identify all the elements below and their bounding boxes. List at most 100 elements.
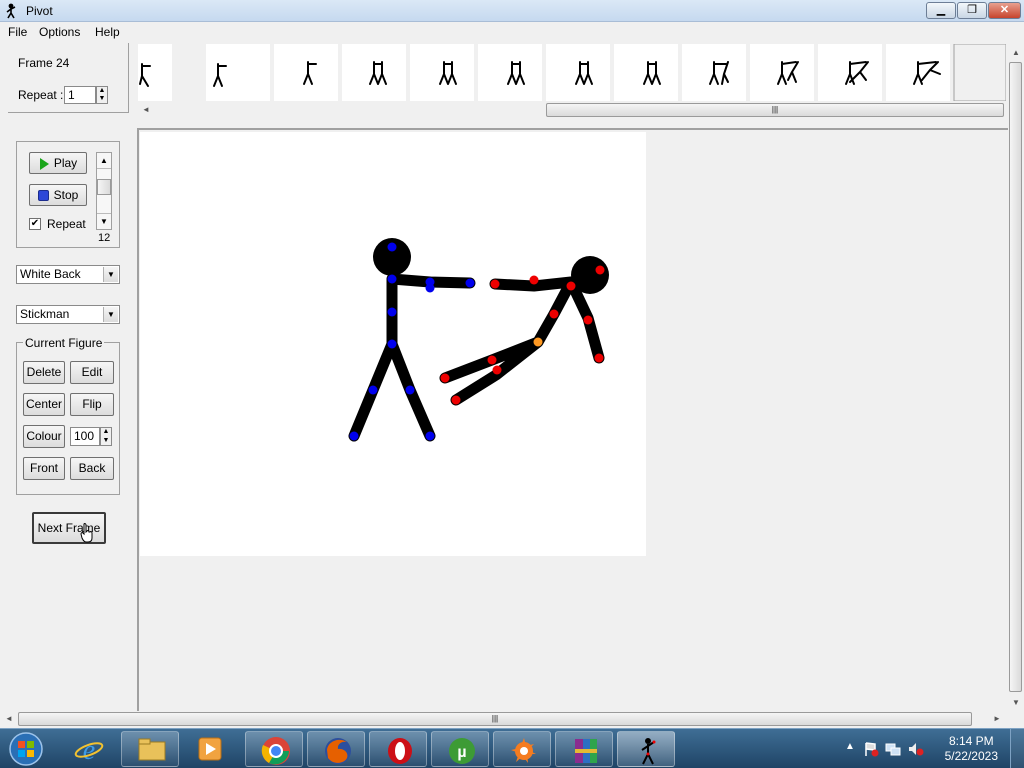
frame-filmstrip[interactable] xyxy=(138,44,1006,101)
hand-cursor-icon xyxy=(80,523,93,543)
media-player-taskbar-button[interactable] xyxy=(186,731,236,767)
red-figure-head[interactable] xyxy=(571,256,609,294)
horizontal-scrollbar[interactable]: ◄ ||| ► xyxy=(0,711,1008,727)
animation-canvas[interactable] xyxy=(140,132,646,556)
internet-explorer-icon: e xyxy=(74,735,104,764)
background-select-value: White Back xyxy=(20,267,81,281)
blue-stickfigure[interactable] xyxy=(348,273,476,442)
figure-type-select-value: Stickman xyxy=(20,307,70,321)
colour-spinner[interactable]: ▲ ▼ xyxy=(100,427,112,446)
filmstrip-scroll-thumb[interactable]: ||| xyxy=(546,103,1004,117)
spin-up-icon[interactable]: ▲ xyxy=(101,428,111,437)
repeat-label: Repeat : xyxy=(18,88,64,102)
show-desktop-button[interactable] xyxy=(1010,729,1024,768)
repeat-input[interactable]: 1 xyxy=(64,86,96,104)
repeat-checkbox-label: Repeat xyxy=(47,217,86,231)
figure-type-select[interactable]: Stickman ▼ xyxy=(16,305,120,324)
speed-down-icon[interactable]: ▼ xyxy=(97,213,111,229)
start-button[interactable] xyxy=(6,731,46,767)
vertical-scroll-thumb[interactable] xyxy=(1009,62,1022,692)
scroll-left-icon[interactable]: ◄ xyxy=(142,105,150,114)
front-button[interactable]: Front xyxy=(23,457,65,480)
firefox-taskbar-button[interactable] xyxy=(307,731,365,767)
stop-button[interactable]: Stop xyxy=(29,184,87,206)
chrome-taskbar-button[interactable] xyxy=(245,731,303,767)
flip-button[interactable]: Flip xyxy=(70,393,114,416)
pivot-taskbar-button[interactable] xyxy=(617,731,675,767)
play-icon xyxy=(39,157,49,170)
title-bar: Pivot ▁ ❐ ✕ xyxy=(0,0,1024,22)
vertical-scrollbar[interactable]: ▲ ▼ xyxy=(1008,44,1024,711)
clock-time: 8:14 PM xyxy=(948,734,994,748)
colour-button[interactable]: Colour xyxy=(23,425,65,448)
current-figure-legend: Current Figure xyxy=(23,336,105,350)
spin-down-icon[interactable]: ▼ xyxy=(97,95,107,103)
spin-down-icon[interactable]: ▼ xyxy=(101,437,111,446)
scroll-up-icon[interactable]: ▲ xyxy=(1012,48,1020,57)
menu-help[interactable]: Help xyxy=(95,25,120,39)
pivot-app-icon xyxy=(6,3,16,19)
center-button[interactable]: Center xyxy=(23,393,65,416)
system-tray: ▲ 8:14 PM 5/22/2023 xyxy=(839,729,1024,768)
speed-value: 12 xyxy=(98,232,111,244)
svg-text:µ: µ xyxy=(457,744,466,761)
colour-value-input[interactable]: 100 xyxy=(70,427,100,446)
chevron-down-icon[interactable]: ▼ xyxy=(103,307,118,322)
frame-info-group: Frame 24 Repeat : 1 ▲ ▼ xyxy=(8,43,129,113)
volume-muted-icon[interactable] xyxy=(907,741,925,757)
back-button[interactable]: Back xyxy=(70,457,114,480)
file-explorer-taskbar-button[interactable] xyxy=(121,731,179,767)
scroll-left-icon[interactable]: ◄ xyxy=(5,714,13,723)
filmstrip-thumbnails[interactable] xyxy=(138,44,1006,101)
left-control-panel: Frame 24 Repeat : 1 ▲ ▼ Play Stop ✔ Repea… xyxy=(8,43,129,561)
spin-up-icon[interactable]: ▲ xyxy=(97,87,107,95)
repeat-checkbox[interactable]: ✔ xyxy=(29,218,41,230)
red-stickfigure[interactable] xyxy=(439,276,605,406)
menu-file[interactable]: File xyxy=(8,25,27,39)
media-player-icon xyxy=(198,737,222,761)
action-center-flag-icon[interactable] xyxy=(863,741,879,757)
play-button[interactable]: Play xyxy=(29,152,87,174)
frame-number-label: Frame 24 xyxy=(18,56,70,70)
avast-taskbar-button[interactable] xyxy=(493,731,551,767)
horizontal-scroll-thumb[interactable]: ||| xyxy=(18,712,972,726)
filmstrip-scrollbar[interactable]: ◄ ||| xyxy=(138,102,1006,118)
menu-bar: File Options Help xyxy=(0,22,1024,42)
folder-icon xyxy=(138,738,166,761)
chevron-down-icon[interactable]: ▼ xyxy=(103,267,118,282)
pivot-stickman-icon xyxy=(641,738,656,765)
background-select[interactable]: White Back ▼ xyxy=(16,265,120,284)
stickfigure-scene[interactable] xyxy=(140,132,646,556)
utorrent-taskbar-button[interactable]: µ xyxy=(431,731,489,767)
next-frame-button[interactable]: Next Frame xyxy=(32,512,106,544)
close-button[interactable]: ✕ xyxy=(988,2,1021,19)
chrome-icon xyxy=(261,737,290,765)
network-icon[interactable] xyxy=(885,741,901,757)
utorrent-icon: µ xyxy=(449,738,475,764)
taskbar: e µ ▲ 8:14 PM 5/22/2023 xyxy=(0,728,1024,768)
pivot-joint-handle[interactable] xyxy=(533,337,543,347)
maximize-button[interactable]: ❐ xyxy=(957,2,987,19)
show-hidden-icons-icon[interactable]: ▲ xyxy=(845,741,855,752)
menu-options[interactable]: Options xyxy=(39,25,80,39)
internet-explorer-taskbar-button[interactable]: e xyxy=(64,731,114,767)
playback-group: Play Stop ✔ Repeat ▲ ▼ 12 xyxy=(16,141,120,248)
system-clock[interactable]: 8:14 PM 5/22/2023 xyxy=(945,734,998,764)
speed-thumb[interactable] xyxy=(97,179,111,195)
speed-scrollbar[interactable]: ▲ ▼ xyxy=(96,152,112,230)
scroll-down-icon[interactable]: ▼ xyxy=(1012,698,1020,707)
avast-icon xyxy=(511,738,536,763)
edit-button[interactable]: Edit xyxy=(70,361,114,384)
winrar-taskbar-button[interactable] xyxy=(555,731,613,767)
delete-button[interactable]: Delete xyxy=(23,361,65,384)
opera-icon xyxy=(388,738,412,764)
scroll-right-icon[interactable]: ► xyxy=(993,714,1001,723)
clock-date: 5/22/2023 xyxy=(944,749,998,763)
minimize-button[interactable]: ▁ xyxy=(926,2,956,19)
window-title: Pivot xyxy=(26,4,53,18)
repeat-spinner[interactable]: ▲ ▼ xyxy=(96,86,108,104)
winrar-icon xyxy=(575,739,597,763)
svg-text:e: e xyxy=(83,735,95,764)
opera-taskbar-button[interactable] xyxy=(369,731,427,767)
speed-up-icon[interactable]: ▲ xyxy=(97,153,111,169)
